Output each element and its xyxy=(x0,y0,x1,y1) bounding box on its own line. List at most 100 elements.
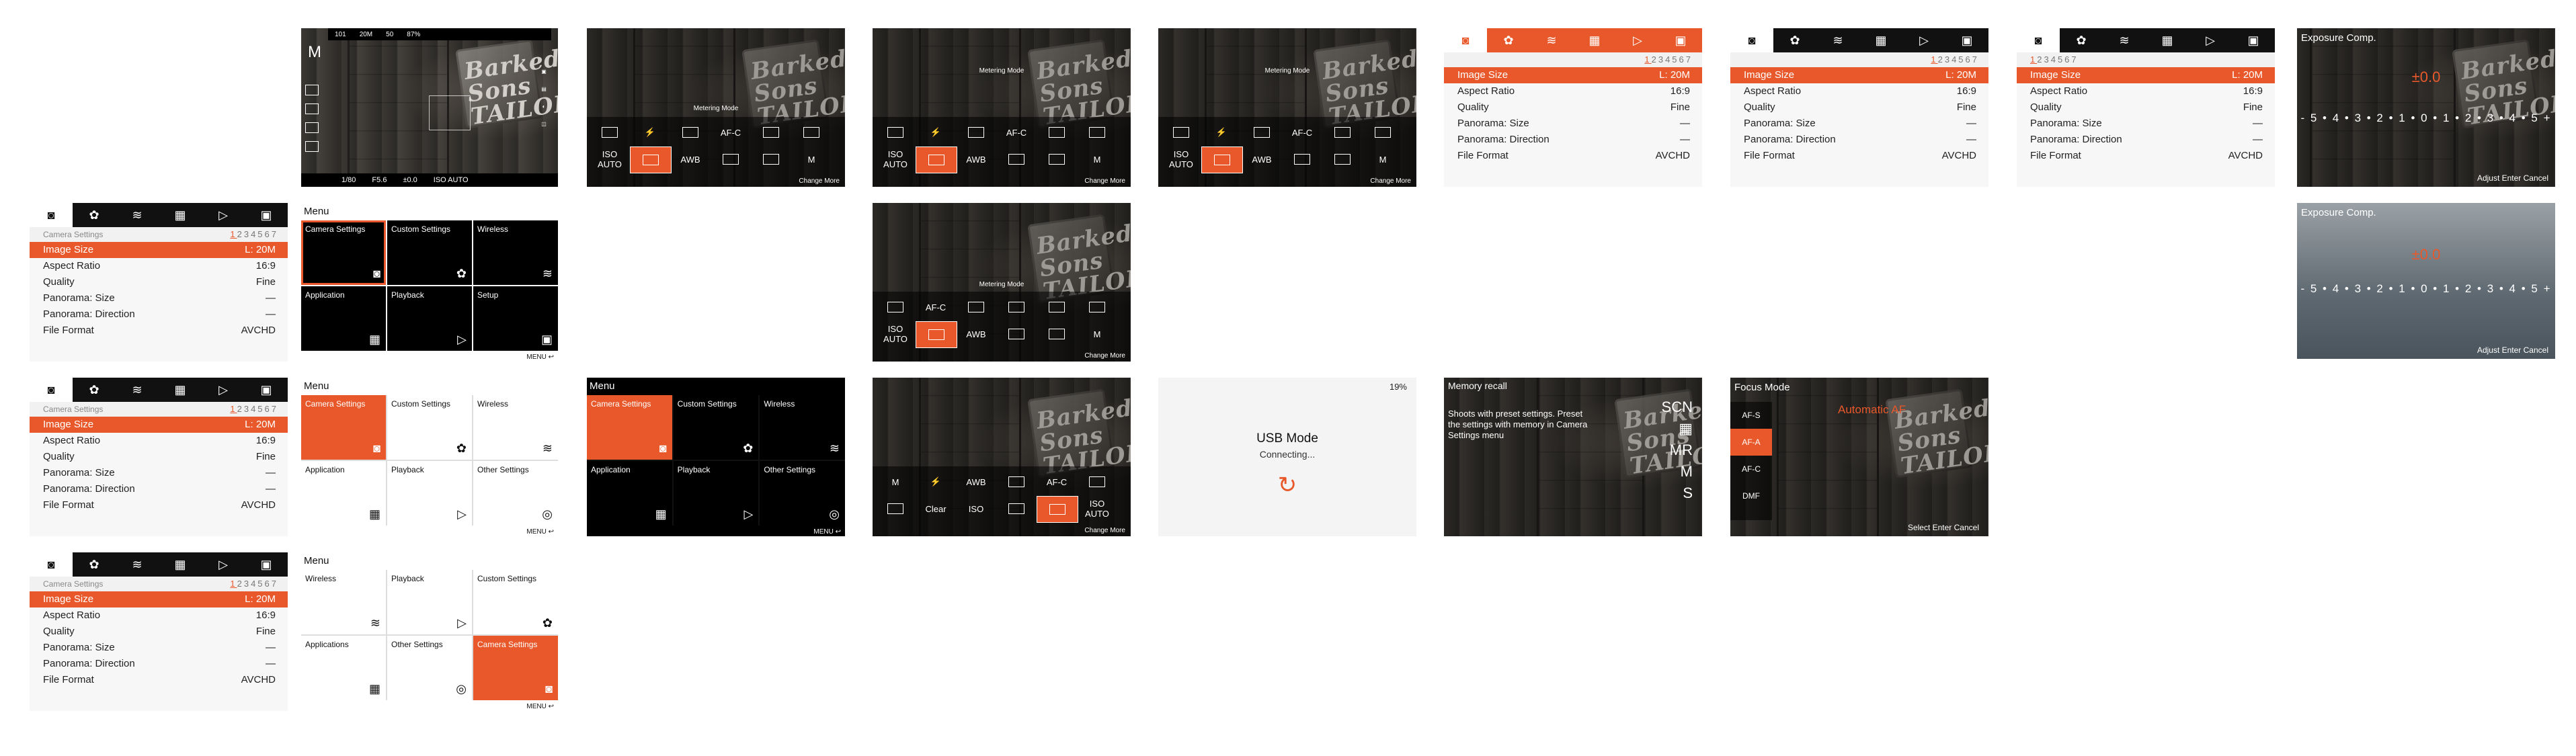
fn-cell[interactable] xyxy=(670,120,711,145)
row-aspect-ratio[interactable]: Aspect Ratio 16:9 xyxy=(30,258,288,274)
tab-custom[interactable]: ✿ xyxy=(73,203,116,227)
fn-cell[interactable]: AF-C xyxy=(1037,469,1077,495)
focus-dmf[interactable]: DMF xyxy=(1730,482,1772,509)
fn-cell[interactable] xyxy=(875,120,916,145)
fn-cell[interactable]: M xyxy=(791,146,832,172)
tab-wireless[interactable]: ≋ xyxy=(2103,28,2146,52)
menu-camera-settings[interactable]: Camera Settings ◙ xyxy=(301,220,386,285)
metering-mode-cell[interactable] xyxy=(1037,496,1078,523)
row-aspect-ratio[interactable]: Aspect Ratio 16:9 xyxy=(2017,83,2275,99)
tab-wireless[interactable]: ≋ xyxy=(1530,28,1573,52)
fn-cell[interactable]: M xyxy=(1077,146,1117,172)
fn-cell[interactable]: ⚡ xyxy=(916,120,956,145)
row-image-size[interactable]: Image Size L: 20M xyxy=(1730,67,1988,83)
row-image-size[interactable]: Image Size L: 20M xyxy=(30,417,288,433)
tab-setup[interactable]: ▣ xyxy=(245,378,288,402)
row-aspect-ratio[interactable]: Aspect Ratio 16:9 xyxy=(30,607,288,624)
row-file-format[interactable]: File Format AVCHD xyxy=(1730,148,1988,164)
row-quality[interactable]: Quality Fine xyxy=(30,274,288,290)
fn-cell[interactable] xyxy=(1037,294,1077,320)
tab-apps[interactable]: ▦ xyxy=(159,203,202,227)
tab-camera[interactable]: ◙ xyxy=(1730,28,1773,52)
fn-cell[interactable] xyxy=(996,294,1037,320)
row-image-size[interactable]: Image Size L: 20M xyxy=(1444,67,1702,83)
tab-setup[interactable]: ▣ xyxy=(245,203,288,227)
fn-cell[interactable]: ⚡ xyxy=(630,120,670,145)
tab-apps[interactable]: ▦ xyxy=(2146,28,2189,52)
metering-mode-cell[interactable] xyxy=(1201,146,1243,173)
tab-camera[interactable]: ◙ xyxy=(30,552,73,577)
fn-cell[interactable] xyxy=(1037,120,1077,145)
focus-afc[interactable]: AF-C xyxy=(1730,456,1772,482)
row-panorama-direction[interactable]: Panorama: Direction — xyxy=(2017,132,2275,148)
menu-footer[interactable]: MENU ↩ xyxy=(526,353,554,361)
tab-camera[interactable]: ◙ xyxy=(1444,28,1487,52)
tab-playback[interactable]: ▷ xyxy=(202,552,245,577)
fn-cell[interactable]: ISO AUTO xyxy=(590,146,630,172)
metering-mode-cell[interactable] xyxy=(630,146,672,173)
row-panorama-size[interactable]: Panorama: Size — xyxy=(2017,116,2275,132)
row-file-format[interactable]: File Format AVCHD xyxy=(1444,148,1702,164)
tab-apps[interactable]: ▦ xyxy=(1573,28,1616,52)
menu-playback[interactable]: Playback ▷ xyxy=(387,286,472,351)
menu-other-settings[interactable]: Other Settings ◎ xyxy=(473,461,558,526)
mode-scn[interactable]: SCN xyxy=(1662,396,1693,418)
tab-custom[interactable]: ✿ xyxy=(1773,28,1816,52)
tab-setup[interactable]: ▣ xyxy=(2232,28,2275,52)
fn-cell[interactable]: AF-C xyxy=(1282,120,1322,145)
tab-setup[interactable]: ▣ xyxy=(1945,28,1988,52)
tab-playback[interactable]: ▷ xyxy=(202,203,245,227)
fn-cell[interactable] xyxy=(875,496,916,521)
row-aspect-ratio[interactable]: Aspect Ratio 16:9 xyxy=(30,433,288,449)
menu-applications[interactable]: Applications ▦ xyxy=(301,636,386,700)
row-panorama-size[interactable]: Panorama: Size — xyxy=(30,465,288,481)
tab-playback[interactable]: ▷ xyxy=(1902,28,1945,52)
menu-custom-settings[interactable]: Custom Settings ✿ xyxy=(473,570,558,634)
menu-application[interactable]: Application ▦ xyxy=(301,461,386,526)
row-image-size[interactable]: Image Size L: 20M xyxy=(2017,67,2275,83)
menu-wireless[interactable]: Wireless ≋ xyxy=(473,395,558,460)
menu-wireless[interactable]: Wireless ≋ xyxy=(301,570,386,634)
fn-cell[interactable] xyxy=(1037,321,1077,347)
fn-cell[interactable]: ISO AUTO xyxy=(875,146,916,172)
row-panorama-size[interactable]: Panorama: Size — xyxy=(30,640,288,656)
row-panorama-direction[interactable]: Panorama: Direction — xyxy=(1730,132,1988,148)
fn-cell[interactable]: M xyxy=(1077,321,1117,347)
fn-cell[interactable] xyxy=(1242,120,1282,145)
menu-camera-settings[interactable]: Camera Settings ◙ xyxy=(301,395,386,460)
row-panorama-size[interactable]: Panorama: Size — xyxy=(1444,116,1702,132)
menu-application[interactable]: Application ▦ xyxy=(587,461,672,526)
row-panorama-direction[interactable]: Panorama: Direction — xyxy=(30,481,288,497)
row-panorama-direction[interactable]: Panorama: Direction — xyxy=(1444,132,1702,148)
row-file-format[interactable]: File Format AVCHD xyxy=(2017,148,2275,164)
fn-cell[interactable] xyxy=(1282,146,1322,172)
tab-playback[interactable]: ▷ xyxy=(2189,28,2232,52)
row-panorama-direction[interactable]: Panorama: Direction — xyxy=(30,656,288,672)
metering-mode-cell[interactable] xyxy=(916,146,957,173)
tab-camera[interactable]: ◙ xyxy=(2017,28,2060,52)
row-panorama-direction[interactable]: Panorama: Direction — xyxy=(30,306,288,323)
tab-apps[interactable]: ▦ xyxy=(1859,28,1902,52)
mode-movie-icon[interactable]: ▦ xyxy=(1662,418,1693,439)
fn-cell[interactable] xyxy=(751,120,791,145)
row-panorama-size[interactable]: Panorama: Size — xyxy=(30,290,288,306)
fn-cell[interactable]: AWB xyxy=(956,469,996,495)
row-quality[interactable]: Quality Fine xyxy=(2017,99,2275,116)
menu-playback[interactable]: Playback ▷ xyxy=(387,461,472,526)
fn-cell[interactable] xyxy=(1363,120,1403,145)
fn-cell[interactable]: ISO AUTO xyxy=(1161,146,1201,172)
row-image-size[interactable]: Image Size L: 20M xyxy=(30,242,288,258)
fn-cell[interactable] xyxy=(1037,146,1077,172)
menu-custom-settings[interactable]: Custom Settings ✿ xyxy=(387,220,472,285)
menu-setup[interactable]: Setup ▣ xyxy=(473,286,558,351)
row-aspect-ratio[interactable]: Aspect Ratio 16:9 xyxy=(1444,83,1702,99)
tab-camera[interactable]: ◙ xyxy=(30,378,73,402)
menu-playback[interactable]: Playback ▷ xyxy=(387,570,472,634)
menu-camera-settings[interactable]: Camera Settings ◙ xyxy=(473,636,558,700)
fn-cell[interactable]: AWB xyxy=(1242,146,1282,172)
fn-cell[interactable] xyxy=(996,496,1037,521)
row-quality[interactable]: Quality Fine xyxy=(30,449,288,465)
fn-cell[interactable]: ⚡ xyxy=(1201,120,1242,145)
row-aspect-ratio[interactable]: Aspect Ratio 16:9 xyxy=(1730,83,1988,99)
fn-cell[interactable] xyxy=(875,294,916,320)
